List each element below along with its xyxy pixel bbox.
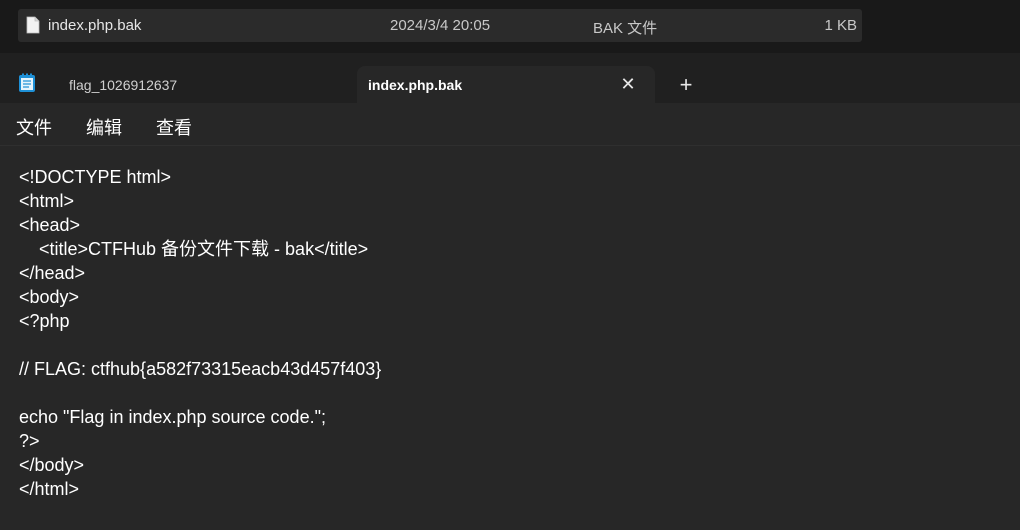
new-tab-button[interactable]: + <box>674 73 698 97</box>
code-line: <title>CTFHub 备份文件下载 - bak</title> <box>19 239 369 259</box>
file-row-index-php-bak[interactable]: index.php.bak 2024/3/4 20:05 BAK 文件 1 KB <box>18 9 862 42</box>
code-line: <html> <box>19 191 75 211</box>
text-editor[interactable]: <!DOCTYPE html> <html> <head> <title>CTF… <box>0 146 1020 530</box>
menu-edit[interactable]: 编辑 <box>86 114 122 140</box>
notepad-window: flag_1026912637 index.php.bak ✕ + 文件 编辑 … <box>0 53 1020 530</box>
tab-index-php-bak[interactable]: index.php.bak ✕ <box>357 66 655 103</box>
code-line: <body> <box>19 287 80 307</box>
code-line: </body> <box>19 455 85 475</box>
file-explorer-panel: index.php.bak 2024/3/4 20:05 BAK 文件 1 KB <box>0 0 1020 53</box>
menu-bar: 文件 编辑 查看 <box>0 103 1020 146</box>
title-bar: flag_1026912637 index.php.bak ✕ + <box>0 53 1020 103</box>
file-size: 1 KB <box>824 17 857 34</box>
tab-flag-file[interactable]: flag_1026912637 <box>52 66 352 103</box>
file-modified-date: 2024/3/4 20:05 <box>390 17 491 34</box>
file-type: BAK 文件 <box>593 20 658 37</box>
code-line: <head> <box>19 215 81 235</box>
code-line-flag: // FLAG: ctfhub{a582f73315eacb43d457f403… <box>19 359 382 379</box>
notepad-icon <box>19 73 35 92</box>
file-icon <box>26 16 40 34</box>
menu-view[interactable]: 查看 <box>156 114 192 140</box>
code-line: ?> <box>19 431 40 451</box>
code-line: <?php <box>19 311 70 331</box>
file-name: index.php.bak <box>48 17 142 34</box>
tab-label: index.php.bak <box>368 77 463 93</box>
close-icon[interactable]: ✕ <box>617 73 639 95</box>
tab-label: flag_1026912637 <box>69 77 178 93</box>
menu-file[interactable]: 文件 <box>16 114 52 140</box>
code-line: echo "Flag in index.php source code."; <box>19 407 326 427</box>
code-line: </head> <box>19 263 86 283</box>
code-line: <!DOCTYPE html> <box>19 167 172 187</box>
code-line: </html> <box>19 479 80 499</box>
